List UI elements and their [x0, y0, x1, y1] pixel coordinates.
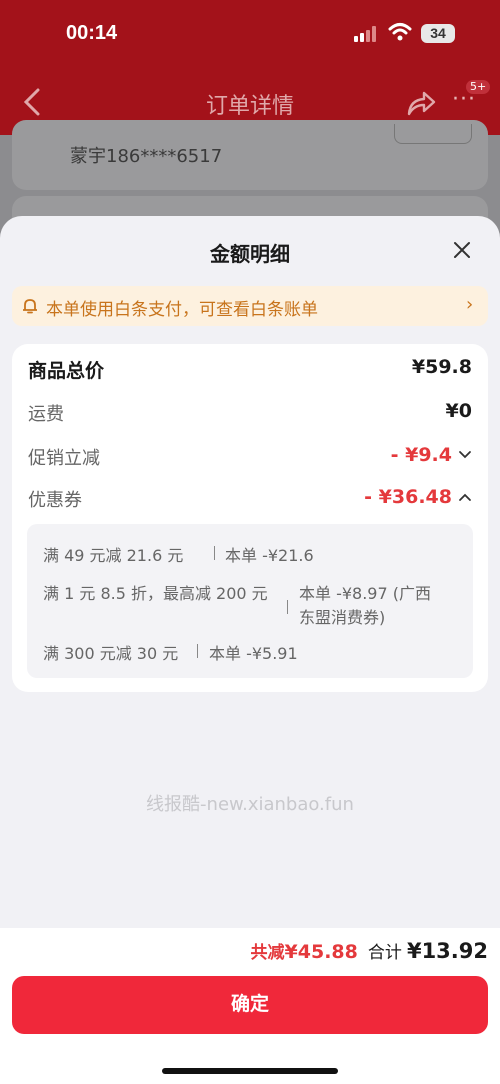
shipping-label: 运费 [28, 404, 64, 425]
coupon-item-detail-cont: 东盟消费券) [299, 608, 386, 627]
coupon-row[interactable]: 优惠券 - ¥36.48 [28, 486, 472, 516]
status-bar: 00:14 34 [0, 0, 500, 66]
chevron-down-icon[interactable] [458, 448, 472, 462]
status-time: 00:14 [66, 22, 118, 44]
coupon-list: 满 49 元减 21.6 元 本单 -¥21.6 满 1 元 8.5 折，最高减… [27, 524, 473, 678]
goods-total-value: ¥59.8 [411, 356, 472, 378]
coupon-item-name: 满 49 元减 21.6 元 [43, 546, 184, 565]
shipping-value: ¥0 [445, 400, 472, 422]
coupon-label: 优惠券 [28, 490, 82, 511]
close-icon[interactable] [452, 240, 472, 260]
sheet-title: 金额明细 [210, 242, 290, 266]
divider [287, 600, 288, 614]
bell-icon [23, 299, 37, 314]
wifi-icon [388, 23, 412, 41]
goods-total-row: 商品总价 ¥59.8 [28, 356, 472, 386]
promo-value: - ¥9.4 [390, 444, 452, 466]
baitiao-notice[interactable]: 本单使用白条支付，可查看白条账单 › [12, 286, 488, 326]
promo-row[interactable]: 促销立减 - ¥9.4 [28, 444, 472, 474]
coupon-value: - ¥36.48 [364, 486, 452, 508]
share-icon[interactable] [406, 90, 436, 116]
goods-total-label: 商品总价 [28, 360, 105, 382]
chevron-right-icon: › [466, 294, 474, 315]
shipping-row: 运费 ¥0 [28, 400, 472, 430]
nav-bar: 订单详情 ··· 5+ [0, 76, 500, 128]
signal-icon [354, 26, 376, 42]
amount-card: 商品总价 ¥59.8 运费 ¥0 促销立减 - ¥9.4 优惠券 - ¥36.4… [12, 344, 488, 692]
watermark-text: 线报酷-new.xianbao.fun [146, 794, 354, 815]
footer-bar: 共减¥45.88 合计 ¥13.92 确定 [0, 928, 500, 1084]
discount-value: ¥45.88 [284, 941, 358, 963]
confirm-button[interactable]: 确定 [12, 976, 488, 1034]
total-value: ¥13.92 [406, 939, 488, 963]
coupon-item-name: 满 1 元 8.5 折，最高减 200 元 [43, 584, 268, 603]
divider [214, 546, 215, 560]
home-indicator [162, 1068, 338, 1074]
divider [197, 644, 198, 658]
coupon-item-detail: 本单 -¥8.97 (广西 [299, 584, 431, 603]
background-customer-name: 蒙宇186****6517 [70, 146, 223, 167]
coupon-item-name: 满 300 元减 30 元 [43, 644, 179, 663]
notice-text: 本单使用白条支付，可查看白条账单 [46, 300, 318, 320]
notification-badge: 5+ [466, 80, 491, 94]
total-label: 合计 [367, 943, 402, 963]
battery-icon: 34 [421, 24, 455, 43]
coupon-item-detail: 本单 -¥5.91 [209, 644, 298, 663]
summary-row: 共减¥45.88 合计 ¥13.92 [251, 938, 488, 968]
chevron-up-icon[interactable] [458, 490, 472, 504]
coupon-item-detail: 本单 -¥21.6 [225, 546, 314, 565]
promo-label: 促销立减 [28, 448, 100, 469]
discount-label: 共减 [250, 943, 285, 963]
